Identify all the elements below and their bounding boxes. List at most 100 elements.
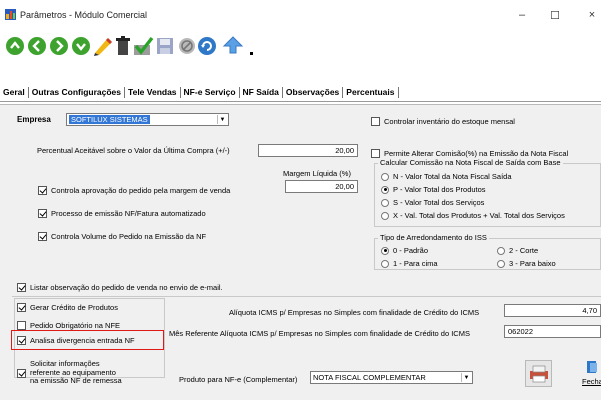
report-button[interactable] — [525, 360, 552, 387]
arred-2-radio[interactable] — [497, 246, 505, 255]
comissao-s-label: S - Valor Total dos Serviços — [393, 198, 485, 207]
pedido-obrig-checkbox[interactable] — [17, 321, 26, 330]
title-bar: Parâmetros - Módulo Comercial – ☐ × — [0, 0, 601, 30]
tab-geral[interactable]: Geral — [0, 87, 29, 98]
save-button[interactable] — [154, 35, 176, 57]
arred-option-0[interactable]: 0 - Padrão — [381, 246, 428, 255]
gerar-credito-checkbox[interactable] — [17, 303, 26, 312]
empresa-select[interactable]: SOFTILUX SISTEMAS ▼ — [66, 113, 229, 126]
help-button[interactable] — [222, 35, 244, 57]
tab-nf-saida[interactable]: NF Saída — [240, 87, 283, 98]
pedido-obrig-label: Pedido Obrigatório na NFE — [30, 321, 121, 330]
percentual-input[interactable]: 20,00 — [258, 144, 358, 157]
tab-nfe-servico[interactable]: NF-e Serviço — [181, 87, 240, 98]
first-record-button[interactable] — [4, 35, 26, 57]
section-divider — [12, 296, 601, 297]
comissao-p-label: P - Valor Total dos Produtos — [393, 185, 486, 194]
mes-ref-input[interactable]: 062022 — [504, 325, 601, 338]
calc-comissao-group: Calcular Comissão na Nota Fiscal de Saíd… — [374, 158, 601, 227]
door-exit-icon — [587, 361, 597, 373]
arred-option-1[interactable]: 1 - Para cima — [381, 259, 438, 268]
refresh-button[interactable] — [196, 35, 218, 57]
mes-ref-label: Mês Referente Alíquota ICMS p/ Empresas … — [169, 329, 470, 338]
next-icon — [50, 37, 68, 55]
aprovacao-label: Controla aprovação do pedido pela margem… — [51, 186, 231, 195]
controlar-inventario-checkbox[interactable] — [371, 117, 380, 126]
comissao-s-radio[interactable] — [381, 198, 389, 207]
delete-icon — [116, 36, 130, 55]
arred-1-label: 1 - Para cima — [393, 259, 438, 268]
solicitar-label-3: na emissão NF de remessa — [30, 376, 122, 385]
permite-alterar-label: Permite Alterar Comisão(%) na Emissão da… — [384, 149, 569, 158]
fechar-button[interactable]: Fecha — [579, 360, 601, 390]
arred-option-3[interactable]: 3 - Para baixo — [497, 259, 556, 268]
tab-outras-configuracoes[interactable]: Outras Configurações — [29, 87, 126, 98]
aliquota-input[interactable]: 4,70 — [504, 304, 601, 317]
solicitar-row: Solicitar informações referente ao equip… — [17, 359, 122, 386]
check-row-processo: Processo de emissão NF/Fatura automatiza… — [38, 209, 206, 218]
analisa-div-checkbox[interactable] — [17, 336, 26, 345]
listar-obs-checkbox[interactable] — [17, 283, 26, 292]
arred-option-2[interactable]: 2 - Corte — [497, 246, 538, 255]
volume-checkbox[interactable] — [38, 232, 47, 241]
tab-strip: Geral Outras Configurações Tele Vendas NF-e… — [0, 87, 399, 101]
arred-1-radio[interactable] — [381, 259, 389, 268]
empresa-value: SOFTILUX SISTEMAS — [69, 115, 150, 124]
solicitar-checkbox[interactable] — [17, 369, 26, 378]
listar-obs-label: Listar observação do pedido de venda no … — [30, 283, 223, 292]
arred-3-radio[interactable] — [497, 259, 505, 268]
cancel-icon — [179, 38, 195, 54]
comissao-x-label: X - Val. Total dos Produtos + Val. Total… — [393, 211, 565, 220]
refresh-icon — [198, 37, 216, 55]
cancel-button[interactable] — [176, 35, 198, 57]
previous-icon — [28, 37, 46, 55]
controlar-inventario-label: Controlar inventário do estoque mensal — [384, 117, 515, 126]
tab-percentuais[interactable]: Percentuais — [343, 87, 399, 98]
previous-record-button[interactable] — [26, 35, 48, 57]
comissao-option-x[interactable]: X - Val. Total dos Produtos + Val. Total… — [381, 211, 565, 220]
arred-0-radio[interactable] — [381, 246, 389, 255]
last-record-button[interactable] — [70, 35, 92, 57]
comissao-n-radio[interactable] — [381, 172, 389, 181]
comissao-p-radio[interactable] — [381, 185, 389, 194]
tab-tele-vendas[interactable]: Tele Vendas — [125, 87, 181, 98]
maximize-button[interactable]: ☐ — [541, 5, 569, 25]
comissao-x-radio[interactable] — [381, 211, 389, 220]
comissao-option-p[interactable]: P - Valor Total dos Produtos — [381, 185, 486, 194]
window-title: Parâmetros - Módulo Comercial — [20, 10, 148, 20]
printer-icon — [529, 365, 548, 382]
check-row-aprovacao: Controla aprovação do pedido pela margem… — [38, 186, 230, 195]
tab-observacoes[interactable]: Observações — [283, 87, 344, 98]
edit-icon — [94, 37, 113, 56]
arredondamento-group: Tipo de Arredondamento do ISS 0 - Padrão… — [374, 233, 601, 270]
edit-button[interactable] — [92, 35, 114, 57]
confirm-button[interactable] — [132, 35, 154, 57]
produto-nfe-select[interactable]: NOTA FISCAL COMPLEMENTAR ▼ — [310, 371, 473, 384]
close-button[interactable]: × — [578, 5, 601, 25]
arred-0-label: 0 - Padrão — [393, 246, 429, 255]
analisa-div-label: Analisa divergencia entrada NF — [30, 336, 135, 345]
delete-button[interactable] — [112, 35, 134, 57]
minimize-button[interactable]: – — [508, 5, 536, 25]
last-icon — [72, 37, 90, 55]
produto-nfe-value: NOTA FISCAL COMPLEMENTAR — [313, 373, 426, 382]
comissao-option-n[interactable]: N - Valor Total da Nota Fiscal Saída — [381, 172, 512, 181]
chevron-down-icon: ▼ — [461, 373, 471, 382]
volume-label: Controla Volume do Pedido na Emissão da … — [51, 232, 207, 241]
next-record-button[interactable] — [48, 35, 70, 57]
confirm-icon — [134, 36, 154, 55]
margem-label: Margem Líquida (%) — [283, 169, 351, 178]
calc-comissao-title: Calcular Comissão na Nota Fiscal de Saíd… — [378, 158, 563, 167]
margem-input[interactable]: 20,00 — [285, 180, 358, 193]
toolbar-dot — [250, 52, 253, 55]
processo-checkbox[interactable] — [38, 209, 47, 218]
app-icon — [5, 9, 16, 20]
analisa-div-row: Analisa divergencia entrada NF — [17, 336, 135, 345]
gerar-credito-label: Gerar Crédito de Produtos — [30, 303, 118, 312]
aprovacao-checkbox[interactable] — [38, 186, 47, 195]
arred-3-label: 3 - Para baixo — [509, 259, 556, 268]
comissao-option-s[interactable]: S - Valor Total dos Serviços — [381, 198, 484, 207]
first-icon — [6, 37, 24, 55]
permite-alterar-checkbox[interactable] — [371, 149, 380, 158]
permite-alterar-row: Permite Alterar Comisão(%) na Emissão da… — [371, 149, 568, 158]
